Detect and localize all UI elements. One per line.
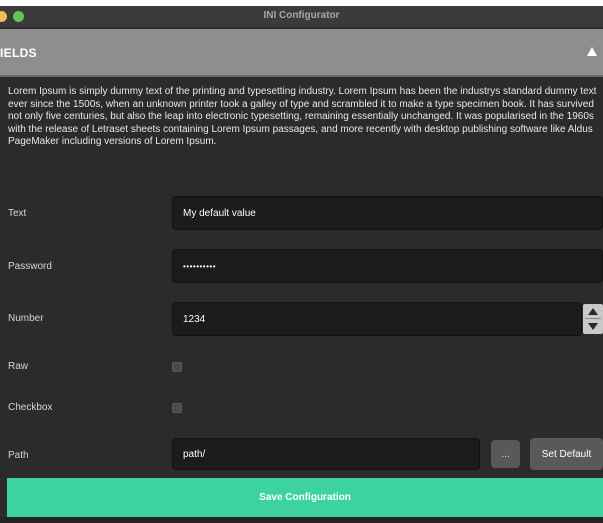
path-input-value: path/ [183, 448, 206, 460]
fields-section-header[interactable]: IELDS [0, 29, 603, 77]
text-input[interactable]: My default value [172, 196, 603, 230]
stepper-divider [585, 318, 601, 319]
path-label: Path [8, 450, 29, 461]
bottom-edge [0, 517, 603, 523]
window-title: INI Configurator [263, 10, 340, 21]
raw-checkbox[interactable] [172, 362, 182, 372]
section-title: IELDS [0, 46, 37, 60]
password-label: Password [8, 261, 52, 272]
password-input[interactable]: •••••••••• [172, 249, 603, 283]
number-input-value: 1234 [183, 313, 206, 325]
stepper-up-icon[interactable] [588, 308, 598, 315]
stepper-down-icon[interactable] [588, 323, 598, 330]
title-bar: INI Configurator [0, 6, 603, 28]
number-label: Number [8, 313, 44, 324]
section-description: Lorem Ipsum is simply dummy text of the … [8, 86, 597, 148]
number-stepper[interactable] [583, 304, 603, 334]
set-default-button[interactable]: Set Default [530, 438, 603, 470]
app-window: INI Configurator IELDS Lorem Ipsum is si… [0, 0, 603, 523]
password-input-value: •••••••••• [183, 261, 217, 271]
raw-label: Raw [8, 361, 29, 372]
collapse-arrow-icon[interactable] [587, 47, 597, 56]
browse-button[interactable]: ... [491, 440, 520, 468]
checkbox-checkbox[interactable] [172, 403, 182, 413]
checkbox-label: Checkbox [8, 402, 53, 413]
text-label: Text [8, 208, 27, 219]
save-configuration-button[interactable]: Save Configuration [7, 478, 603, 517]
save-button-label: Save Configuration [259, 492, 351, 503]
left-edge [0, 478, 7, 517]
path-input[interactable]: path/ [172, 438, 480, 470]
text-input-value: My default value [183, 207, 256, 219]
number-input[interactable]: 1234 [172, 302, 582, 336]
